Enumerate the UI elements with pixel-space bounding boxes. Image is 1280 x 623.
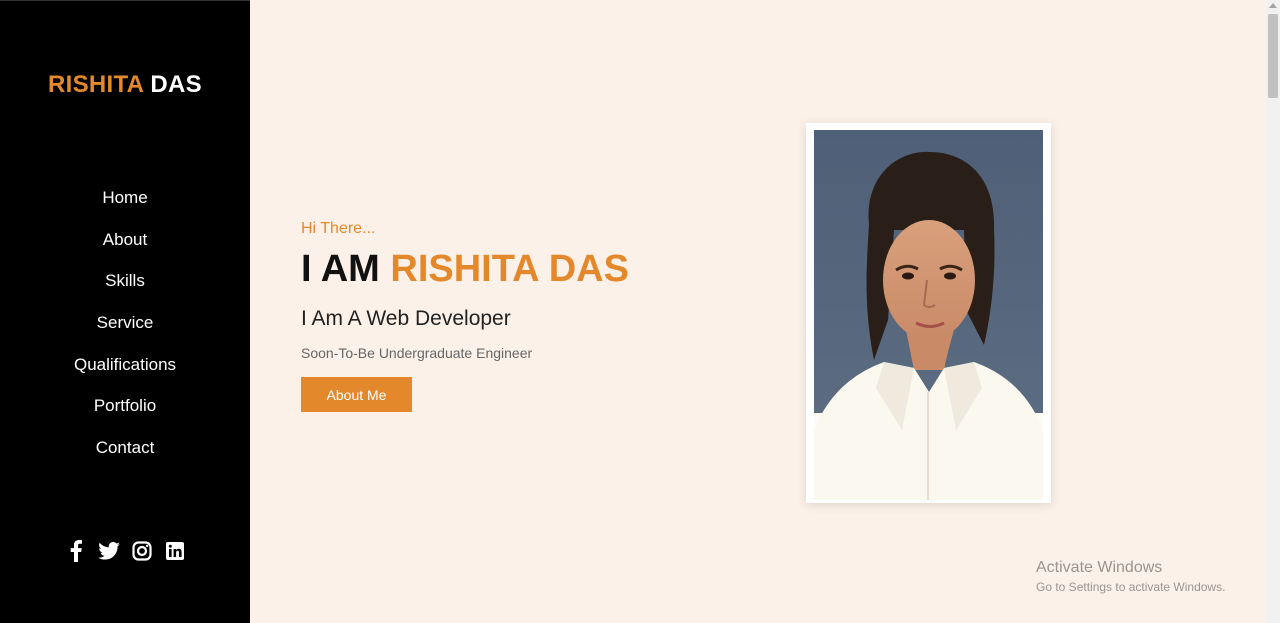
facebook-icon[interactable] bbox=[65, 539, 87, 563]
vertical-scrollbar[interactable] bbox=[1266, 0, 1280, 623]
sidebar: RISHITA DAS Home About Skills Service Qu… bbox=[0, 0, 250, 623]
nav-item-about[interactable]: About bbox=[0, 219, 250, 261]
hero-greeting: Hi There... bbox=[301, 220, 376, 237]
scrollbar-thumb[interactable] bbox=[1268, 14, 1278, 98]
site-logo[interactable]: RISHITA DAS bbox=[0, 71, 250, 99]
nav-item-contact[interactable]: Contact bbox=[0, 427, 250, 469]
twitter-icon[interactable] bbox=[97, 539, 120, 563]
main-nav: Home About Skills Service Qualifications… bbox=[0, 177, 250, 469]
instagram-icon[interactable] bbox=[131, 539, 153, 563]
hero-section: Hi There... I AM RISHITA DAS I Am A Web … bbox=[250, 0, 1266, 623]
profile-photo bbox=[814, 130, 1043, 500]
activate-windows-watermark: Activate Windows Go to Settings to activ… bbox=[1036, 559, 1225, 594]
hero-role: I Am A Web Developer bbox=[301, 307, 511, 330]
linkedin-icon[interactable] bbox=[164, 539, 186, 563]
hero-prefix: I AM bbox=[301, 248, 380, 290]
about-me-button[interactable]: About Me bbox=[301, 377, 412, 412]
social-links bbox=[0, 539, 250, 563]
hero-headline: I AM RISHITA DAS bbox=[301, 248, 629, 291]
scroll-up-arrow-icon[interactable] bbox=[1269, 3, 1277, 8]
nav-item-portfolio[interactable]: Portfolio bbox=[0, 385, 250, 427]
profile-photo-card bbox=[806, 123, 1051, 503]
hero-subrole: Soon-To-Be Undergraduate Engineer bbox=[301, 345, 533, 361]
nav-item-service[interactable]: Service bbox=[0, 302, 250, 344]
nav-item-home[interactable]: Home bbox=[0, 177, 250, 219]
hero-name: RISHITA DAS bbox=[390, 248, 629, 290]
logo-first-name: RISHITA bbox=[48, 71, 144, 98]
nav-item-qualifications[interactable]: Qualifications bbox=[0, 344, 250, 386]
nav-item-skills[interactable]: Skills bbox=[0, 260, 250, 302]
watermark-title: Activate Windows bbox=[1036, 559, 1163, 576]
watermark-subtitle: Go to Settings to activate Windows. bbox=[1036, 580, 1226, 594]
logo-last-name: DAS bbox=[150, 71, 202, 98]
